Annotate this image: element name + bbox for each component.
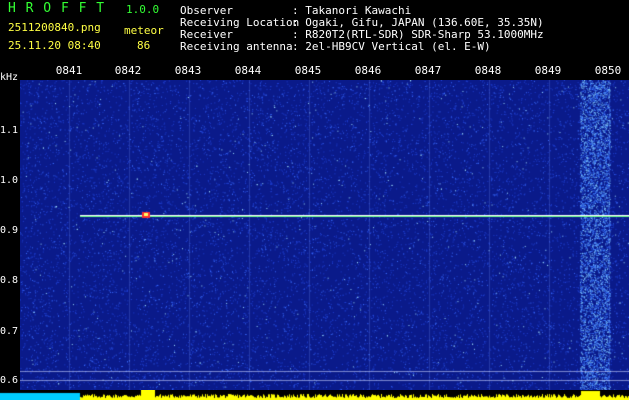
minute-label: 0843 [174, 64, 202, 77]
datetime-label: 25.11.20 08:40 [8, 39, 101, 52]
y-tick-label: 0.8 [0, 275, 19, 286]
time-axis: 0841 0842 0843 0844 0845 0846 0847 0848 … [20, 60, 629, 80]
app-logo: H R O F F T [8, 1, 106, 16]
waterfall-canvas[interactable] [20, 80, 629, 390]
minute-label: 0850 [594, 64, 622, 77]
header-panel: H R O F F T 1.0.0 2511200840.png meteor … [0, 0, 629, 60]
meteor-count: 86 [137, 39, 151, 52]
minute-label: 0846 [354, 64, 382, 77]
waterfall-spectrogram[interactable] [20, 80, 629, 390]
mode-label: meteor [124, 24, 164, 37]
minute-label: 0847 [414, 64, 442, 77]
signal-level-bar [0, 390, 629, 400]
antenna-key: Receiving antenna [180, 40, 293, 53]
minute-label: 0845 [294, 64, 322, 77]
frequency-unit: kHz [0, 72, 19, 83]
y-tick-label: 0.6 [0, 375, 19, 386]
minute-label: 0848 [474, 64, 502, 77]
y-tick-label: 1.1 [0, 125, 19, 136]
filename-label: 2511200840.png [8, 21, 101, 34]
frequency-axis: kHz 1.1 1.0 0.9 0.8 0.7 0.6 [0, 60, 20, 400]
app-version: 1.0.0 [126, 3, 160, 16]
minute-label: 0844 [234, 64, 262, 77]
antenna-value: : 2el-HB9CV Vertical (el. E-W) [292, 40, 491, 53]
minute-label: 0842 [114, 64, 142, 77]
y-tick-label: 0.7 [0, 326, 19, 337]
minute-label: 0849 [534, 64, 562, 77]
y-tick-label: 1.0 [0, 175, 19, 186]
y-tick-label: 0.9 [0, 225, 19, 236]
minute-label: 0841 [55, 64, 83, 77]
